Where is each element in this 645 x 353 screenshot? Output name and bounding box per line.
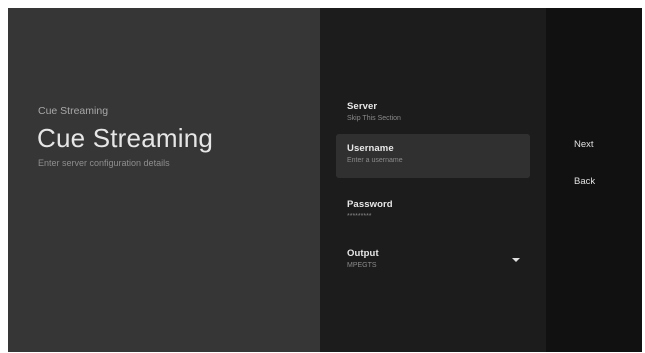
chevron-down-icon[interactable] [512, 258, 520, 262]
output-field-title: Output [347, 248, 379, 259]
server-field-value: Skip This Section [347, 115, 401, 122]
guidance-title: Cue Streaming [37, 123, 214, 153]
output-dropdown[interactable]: Output MPEGTS [336, 239, 530, 283]
back-button[interactable]: Back [574, 176, 595, 187]
guidance-description: Enter server configuration details [38, 158, 170, 168]
username-field-value: Enter a username [347, 157, 403, 164]
password-field-value: ********* [347, 213, 372, 220]
guidance-breadcrumb: Cue Streaming [38, 105, 109, 117]
password-field-title: Password [347, 199, 393, 210]
username-field-title: Username [347, 143, 394, 154]
username-field[interactable]: Username Enter a username [336, 134, 530, 178]
next-button[interactable]: Next [574, 139, 594, 150]
actions-panel: Next Back [546, 8, 642, 352]
form-panel: Server Skip This Section Username Enter … [320, 8, 546, 352]
server-field-title: Server [347, 101, 378, 112]
tv-settings-screen: Cue Streaming Cue Streaming Enter server… [8, 8, 642, 352]
guidance-panel: Cue Streaming Cue Streaming Enter server… [8, 8, 320, 352]
password-field[interactable]: Password ********* [336, 190, 530, 234]
output-field-value: MPEGTS [347, 262, 377, 269]
server-field[interactable]: Server Skip This Section [336, 92, 530, 136]
